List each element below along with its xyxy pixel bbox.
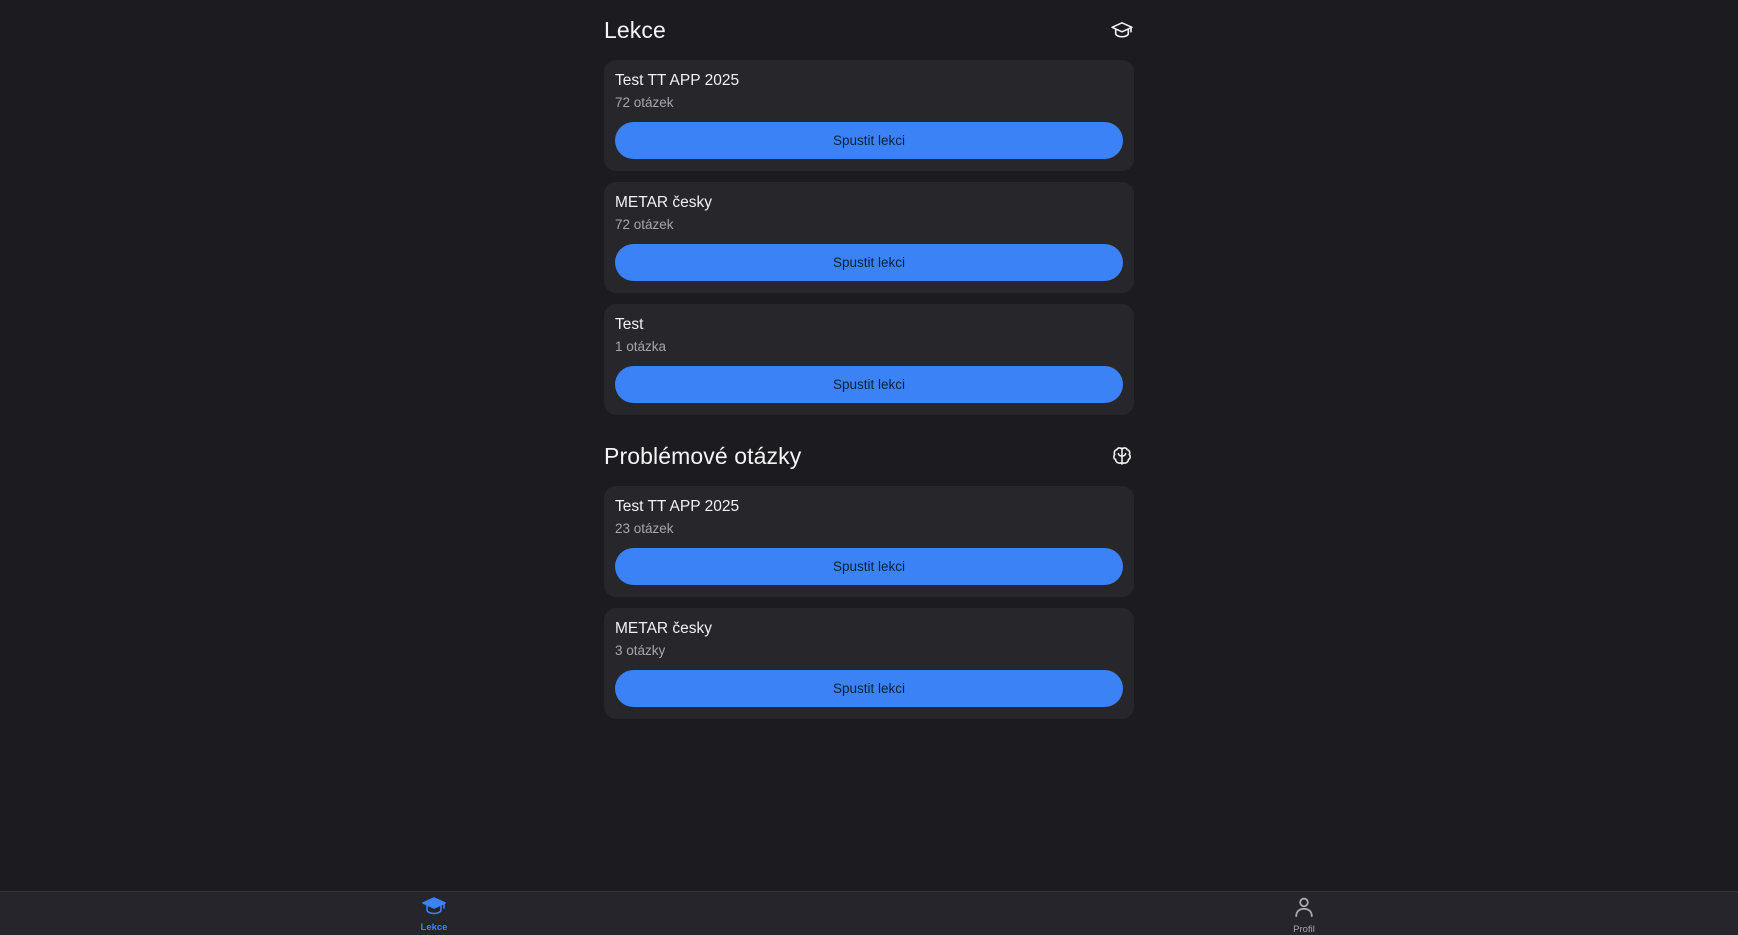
problems-section-header: Problémové otázky <box>604 426 1134 486</box>
lesson-title: METAR česky <box>615 194 713 211</box>
nav-label-profil: Profil <box>1293 924 1315 935</box>
lesson-question-count: 3 otázky <box>615 643 666 658</box>
brain-icon <box>1110 444 1134 468</box>
problem-lesson-card: Test TT APP 2025 23 otázek Spustit lekci <box>604 486 1134 597</box>
problems-section-title: Problémové otázky <box>604 442 802 469</box>
nav-item-profil[interactable]: Profil <box>1264 896 1344 935</box>
lesson-card: Test 1 otázka Spustit lekci <box>604 304 1134 415</box>
start-lesson-button[interactable]: Spustit lekci <box>615 548 1123 585</box>
lesson-question-count: 1 otázka <box>615 339 667 354</box>
lesson-question-count: 72 otázek <box>615 95 674 110</box>
app-screen: Lekce Test TT APP 2025 72 otázek Spustit… <box>0 0 1738 935</box>
start-lesson-button[interactable]: Spustit lekci <box>615 244 1123 281</box>
start-lesson-button[interactable]: Spustit lekci <box>615 670 1123 707</box>
graduation-cap-icon <box>1110 18 1134 42</box>
user-icon <box>1293 896 1315 923</box>
nav-label-lekce: Lekce <box>420 922 448 933</box>
lesson-question-count: 23 otázek <box>615 521 674 536</box>
lesson-title: Test <box>615 316 644 333</box>
lessons-section-title: Lekce <box>604 16 666 43</box>
lesson-card: Test TT APP 2025 72 otázek Spustit lekci <box>604 60 1134 171</box>
lesson-title: METAR česky <box>615 620 713 637</box>
problem-lesson-card: METAR česky 3 otázky Spustit lekci <box>604 608 1134 719</box>
lesson-card: METAR česky 72 otázek Spustit lekci <box>604 182 1134 293</box>
lesson-question-count: 72 otázek <box>615 217 674 232</box>
start-lesson-button[interactable]: Spustit lekci <box>615 366 1123 403</box>
bottom-navigation: Lekce Profil <box>0 891 1738 935</box>
lesson-title: Test TT APP 2025 <box>615 498 740 515</box>
nav-item-lekce[interactable]: Lekce <box>394 896 474 933</box>
graduation-cap-icon <box>421 896 447 921</box>
start-lesson-button[interactable]: Spustit lekci <box>615 122 1123 159</box>
lesson-title: Test TT APP 2025 <box>615 72 740 89</box>
lessons-section-header: Lekce <box>604 0 1134 60</box>
main-content: Lekce Test TT APP 2025 72 otázek Spustit… <box>604 0 1134 730</box>
